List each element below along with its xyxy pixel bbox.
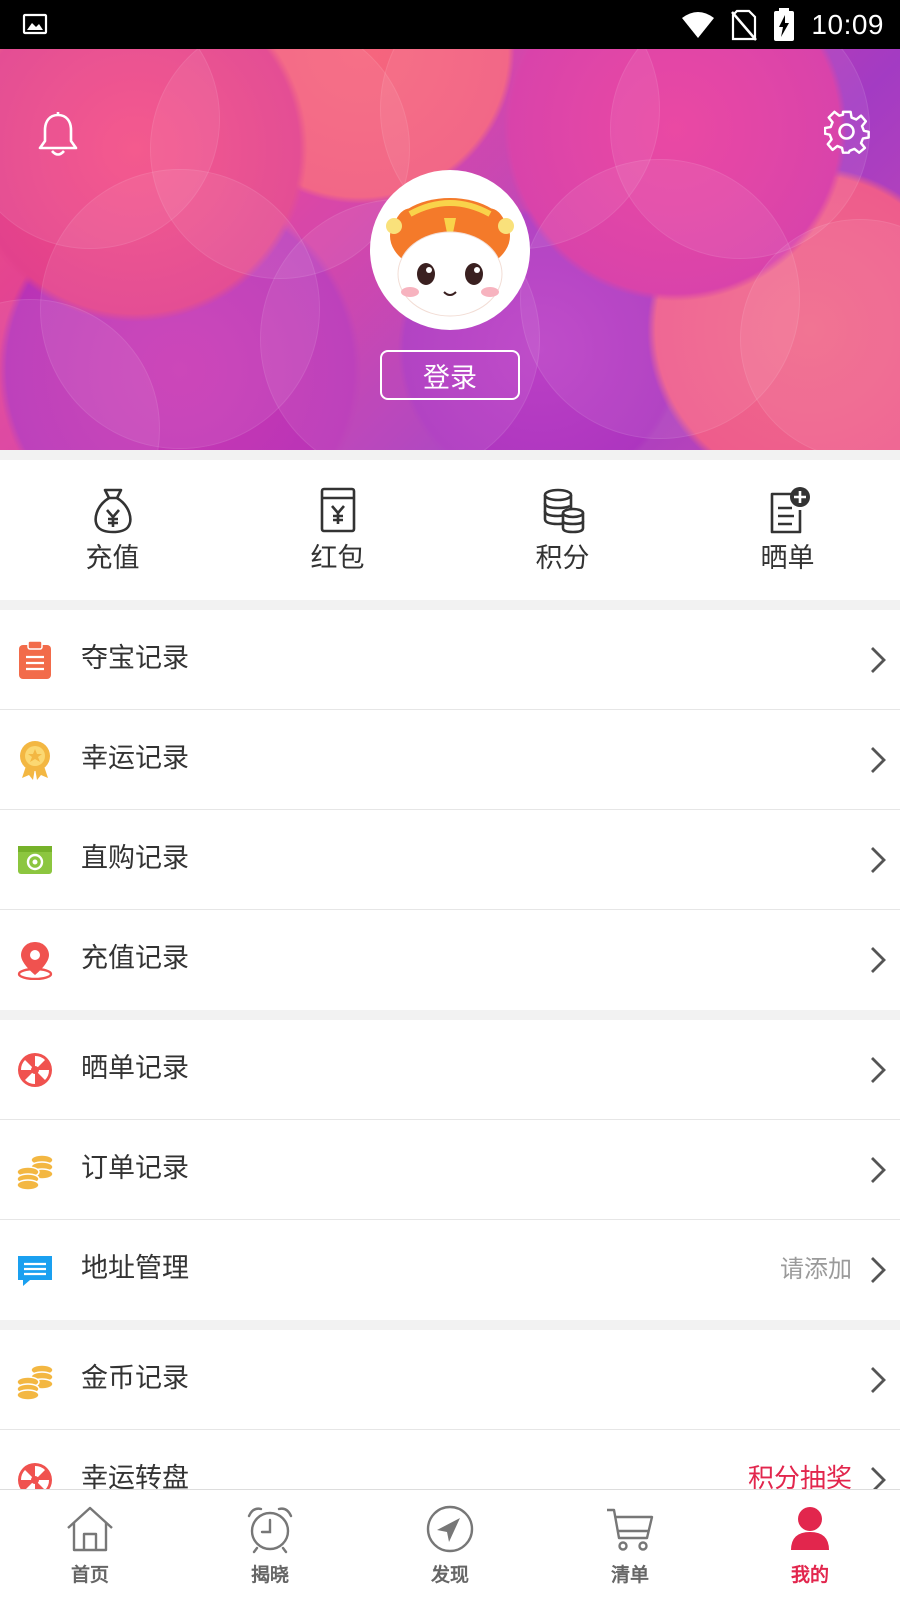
compass-icon [426,1505,474,1553]
chevron-right-icon [871,847,886,873]
nav-item-mine[interactable]: 我的 [720,1490,900,1600]
avatar[interactable] [370,170,530,330]
chevron-right-icon [871,1367,886,1393]
menu-row-label: 订单记录 [81,1153,189,1184]
menu-row-recharge-records[interactable]: 充值记录 [0,910,900,1010]
clock-time: 10:09 [811,8,884,40]
quick-action-share[interactable]: 晒单 [675,460,900,600]
quick-action-label: 积分 [535,543,590,574]
menu-row-label: 地址管理 [81,1253,189,1284]
chevron-right-icon [871,1257,886,1283]
record-list-group-2: 晒单记录 订单记录 地址管理 请添加 [0,1020,900,1320]
chevron-right-icon [871,647,886,673]
home-icon [67,1506,113,1552]
bell-icon[interactable] [36,111,80,159]
message-icon [18,1256,52,1286]
menu-row-value: 请添加 [780,1255,852,1283]
nav-label: 我的 [790,1564,829,1586]
menu-row-direct-buy-records[interactable]: 直购记录 [0,810,900,910]
wifi-icon [682,11,715,38]
quick-action-label: 红包 [310,543,365,574]
cart-icon [607,1508,654,1551]
no-sim-icon [731,9,758,41]
image-icon [22,13,48,35]
chevron-right-icon [871,1057,886,1083]
wheel-icon [18,1053,52,1087]
menu-row-duobao-records[interactable]: 夺宝记录 [0,610,900,710]
nav-label: 发现 [430,1564,469,1586]
quick-action-recharge[interactable]: 充值 [0,460,225,600]
medal-icon [20,741,50,780]
menu-row-label: 充值记录 [81,943,189,974]
clipboard-icon [19,640,51,679]
menu-row-share-records[interactable]: 晒单记录 [0,1020,900,1120]
chevron-right-icon [871,1157,886,1183]
camera-card-icon [18,846,52,874]
record-list-group-1: 夺宝记录 幸运记录 直购记录 充值记录 [0,610,900,1010]
quick-action-label: 充值 [85,543,140,574]
add-note-icon [770,487,810,534]
mascot-avatar-icon [374,174,526,326]
location-pin-icon [17,942,53,980]
chevron-right-icon [871,947,886,973]
menu-row-label: 幸运记录 [81,743,189,774]
nav-label: 清单 [610,1564,649,1586]
bottom-navigation: 首页 揭晓 发现 清单 我的 [0,1489,900,1600]
coins-icon [16,1364,54,1400]
red-envelope-icon [320,487,355,533]
menu-row-order-records[interactable]: 订单记录 [0,1120,900,1220]
quick-actions: 充值 红包 积分 晒单 [0,460,900,600]
menu-row-label: 晒单记录 [81,1053,189,1084]
coins-icon [16,1154,54,1190]
user-icon [791,1507,829,1550]
quick-action-label: 晒单 [760,543,815,574]
menu-row-lucky-records[interactable]: 幸运记录 [0,710,900,810]
nav-label: 首页 [70,1564,109,1586]
menu-row-label: 直购记录 [81,843,189,874]
nav-item-home[interactable]: 首页 [0,1490,180,1600]
login-button[interactable]: 登录 [380,350,520,400]
profile-header: 登录 [0,49,900,450]
status-bar: 10:09 [0,0,900,49]
money-bag-icon [93,488,132,534]
nav-item-discover[interactable]: 发现 [360,1490,540,1600]
menu-row-label: 金币记录 [81,1363,189,1394]
coin-stack-icon [543,488,584,534]
nav-item-list[interactable]: 清单 [540,1490,720,1600]
menu-row-gold-coin-records[interactable]: 金币记录 [0,1330,900,1430]
alarm-clock-icon [247,1507,293,1554]
nav-item-reveal[interactable]: 揭晓 [180,1490,360,1600]
quick-action-points[interactable]: 积分 [450,460,675,600]
chevron-right-icon [871,747,886,773]
quick-action-red-envelope[interactable]: 红包 [225,460,450,600]
nav-label: 揭晓 [250,1564,289,1586]
menu-row-address-management[interactable]: 地址管理 请添加 [0,1220,900,1320]
menu-row-label: 夺宝记录 [81,643,189,674]
battery-charging-icon [774,7,795,41]
settings-gear-icon[interactable] [824,109,870,155]
